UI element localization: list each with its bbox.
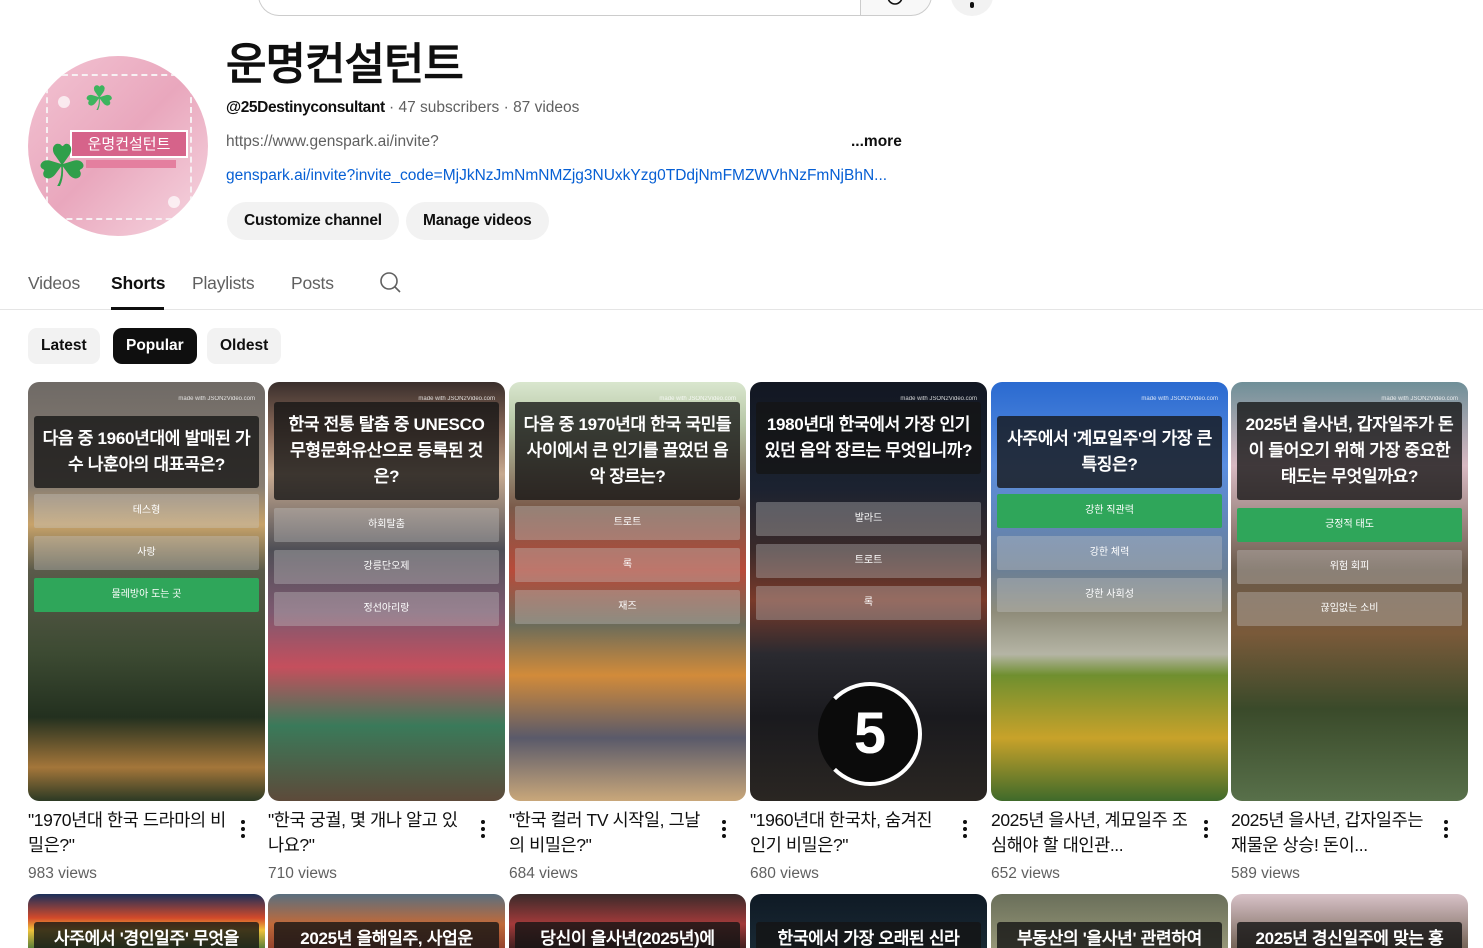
more-options-icon[interactable] bbox=[1198, 818, 1214, 842]
quiz-question: 2025년 을사년, 갑자일주가 돈이 들어오기 위해 가장 중요한 태도는 무… bbox=[1237, 402, 1462, 500]
quiz-question: 사주에서 '계묘일주'의 가장 큰 특징은? bbox=[997, 416, 1222, 488]
customize-channel-button[interactable]: Customize channel bbox=[227, 202, 399, 240]
view-count: 983 views bbox=[28, 865, 97, 882]
more-options-icon[interactable] bbox=[475, 818, 491, 842]
channel-description[interactable]: https://www.genspark.ai/invite? bbox=[226, 132, 439, 152]
mic-icon bbox=[970, 2, 974, 8]
quiz-option: 하회탈춤 bbox=[274, 508, 499, 542]
countdown-timer: 5 bbox=[818, 682, 922, 786]
channel-stats: · 47 subscribers · 87 videos bbox=[384, 99, 580, 116]
clover-icon: ☘ bbox=[36, 134, 88, 199]
quiz-option: 테스형 bbox=[34, 494, 259, 528]
tab-videos[interactable]: Videos bbox=[28, 272, 80, 294]
quiz-question: 부동산의 '을사년' 관련하여 bbox=[997, 922, 1222, 948]
short-thumbnail[interactable]: 한국에서 가장 오래된 신라 bbox=[750, 894, 987, 948]
short-title[interactable]: 2025년 을사년, 갑자일주는 재물운 상승! 돈이... bbox=[1231, 808, 1431, 858]
quiz-question: 한국 전통 탈춤 중 UNESCO 무형문화유산으로 등록된 것은? bbox=[274, 402, 499, 500]
search-input[interactable] bbox=[258, 0, 861, 16]
search-button[interactable] bbox=[860, 0, 932, 16]
quiz-option: 트로트 bbox=[756, 544, 981, 578]
voice-search-button[interactable] bbox=[951, 0, 993, 16]
active-tab-indicator bbox=[111, 307, 164, 310]
quiz-option: 강한 체력 bbox=[997, 536, 1222, 570]
tab-shorts[interactable]: Shorts bbox=[111, 272, 165, 294]
view-count: 684 views bbox=[509, 865, 578, 882]
short-title[interactable]: 2025년 을사년, 계묘일주 조심해야 할 대인관... bbox=[991, 808, 1191, 858]
quiz-option: 끊임없는 소비 bbox=[1237, 592, 1462, 626]
view-count: 710 views bbox=[268, 865, 337, 882]
short-thumbnail[interactable]: made with JSON2Video.com 사주에서 '계묘일주'의 가장 … bbox=[991, 382, 1228, 801]
quiz-option: 물레방아 도는 곳 bbox=[34, 578, 259, 612]
quiz-question: 2025년 을해일주, 사업운 bbox=[274, 922, 499, 948]
chip-oldest[interactable]: Oldest bbox=[207, 328, 282, 364]
quiz-option: 강한 직관력 bbox=[997, 494, 1222, 528]
quiz-option: 위험 회피 bbox=[1237, 550, 1462, 584]
channel-tabs: Videos Shorts Playlists Posts bbox=[0, 258, 1483, 310]
short-thumbnail[interactable]: made with JSON2Video.com 다음 중 1970년대 한국 국… bbox=[509, 382, 746, 801]
quiz-option: 정선아리랑 bbox=[274, 592, 499, 626]
channel-avatar[interactable]: ☘ 운명컨설턴트 ☘ bbox=[28, 56, 208, 236]
quiz-question: 당신이 을사년(2025년)에 bbox=[515, 922, 740, 948]
short-thumbnail[interactable]: 부동산의 '을사년' 관련하여 bbox=[991, 894, 1228, 948]
quiz-question: 한국에서 가장 오래된 신라 bbox=[756, 922, 981, 948]
quiz-question: 사주에서 '경인일주' 무엇을 bbox=[34, 922, 259, 948]
quiz-question: 1980년대 한국에서 가장 인기 있던 음악 장르는 무엇입니까? bbox=[756, 402, 981, 474]
clover-icon: ☘ bbox=[84, 80, 115, 118]
channel-name: 운명컨설턴트 bbox=[226, 40, 464, 89]
short-thumbnail[interactable]: made with JSON2Video.com 2025년 을사년, 갑자일주가… bbox=[1231, 382, 1468, 801]
quiz-question: 다음 중 1960년대에 발매된 가수 나훈아의 대표곡은? bbox=[34, 416, 259, 488]
tab-posts[interactable]: Posts bbox=[291, 272, 334, 294]
quiz-option: 강한 사회성 bbox=[997, 578, 1222, 612]
search-icon bbox=[887, 0, 903, 5]
chip-popular[interactable]: Popular bbox=[113, 328, 197, 364]
quiz-option: 록 bbox=[515, 548, 740, 582]
short-title[interactable]: "한국 궁궐, 몇 개나 알고 있나요?" bbox=[268, 808, 468, 858]
short-thumbnail[interactable]: 당신이 을사년(2025년)에 bbox=[509, 894, 746, 948]
more-options-icon[interactable] bbox=[1438, 818, 1454, 842]
quiz-option: 사랑 bbox=[34, 536, 259, 570]
more-options-icon[interactable] bbox=[957, 818, 973, 842]
quiz-option: 재즈 bbox=[515, 590, 740, 624]
short-thumbnail[interactable]: 2025년 을해일주, 사업운 bbox=[268, 894, 505, 948]
watermark: made with JSON2Video.com bbox=[1141, 396, 1218, 402]
top-bar bbox=[0, 0, 1483, 18]
short-thumbnail[interactable]: 2025년 경신일주에 맞는 홍 bbox=[1231, 894, 1468, 948]
quiz-option: 긍정적 태도 bbox=[1237, 508, 1462, 542]
short-thumbnail[interactable]: made with JSON2Video.com 한국 전통 탈춤 중 UNESC… bbox=[268, 382, 505, 801]
more-options-icon[interactable] bbox=[716, 818, 732, 842]
short-title[interactable]: "한국 컬러 TV 시작일, 그날의 비밀은?" bbox=[509, 808, 709, 858]
short-thumbnail[interactable]: made with JSON2Video.com 다음 중 1960년대에 발매된… bbox=[28, 382, 265, 801]
search-icon[interactable] bbox=[379, 270, 403, 296]
short-title[interactable]: "1970년대 한국 드라마의 비밀은?" bbox=[28, 808, 228, 858]
short-title[interactable]: "1960년대 한국차, 숨겨진 인기 비밀은?" bbox=[750, 808, 950, 858]
short-thumbnail[interactable]: 사주에서 '경인일주' 무엇을 bbox=[28, 894, 265, 948]
more-options-icon[interactable] bbox=[235, 818, 251, 842]
channel-handle: @25Destinyconsultant bbox=[226, 99, 385, 116]
quiz-option: 강릉단오제 bbox=[274, 550, 499, 584]
quiz-option: 발라드 bbox=[756, 502, 981, 536]
tab-playlists[interactable]: Playlists bbox=[192, 272, 255, 294]
quiz-question: 다음 중 1970년대 한국 국민들 사이에서 큰 인기를 끌었던 음악 장르는… bbox=[515, 402, 740, 500]
channel-link[interactable]: genspark.ai/invite?invite_code=MjJkNzJmN… bbox=[226, 166, 896, 186]
quiz-option: 록 bbox=[756, 586, 981, 620]
channel-meta: @25Destinyconsultant · 47 subscribers · … bbox=[226, 98, 579, 118]
watermark: made with JSON2Video.com bbox=[178, 396, 255, 402]
view-count: 652 views bbox=[991, 865, 1060, 882]
view-count: 589 views bbox=[1231, 865, 1300, 882]
quiz-question: 2025년 경신일주에 맞는 홍 bbox=[1237, 922, 1462, 948]
short-thumbnail[interactable]: made with JSON2Video.com 1980년대 한국에서 가장 인… bbox=[750, 382, 987, 801]
quiz-option: 트로트 bbox=[515, 506, 740, 540]
more-link[interactable]: ...more bbox=[851, 132, 902, 152]
view-count: 680 views bbox=[750, 865, 819, 882]
manage-videos-button[interactable]: Manage videos bbox=[406, 202, 549, 240]
chip-latest[interactable]: Latest bbox=[28, 328, 100, 364]
